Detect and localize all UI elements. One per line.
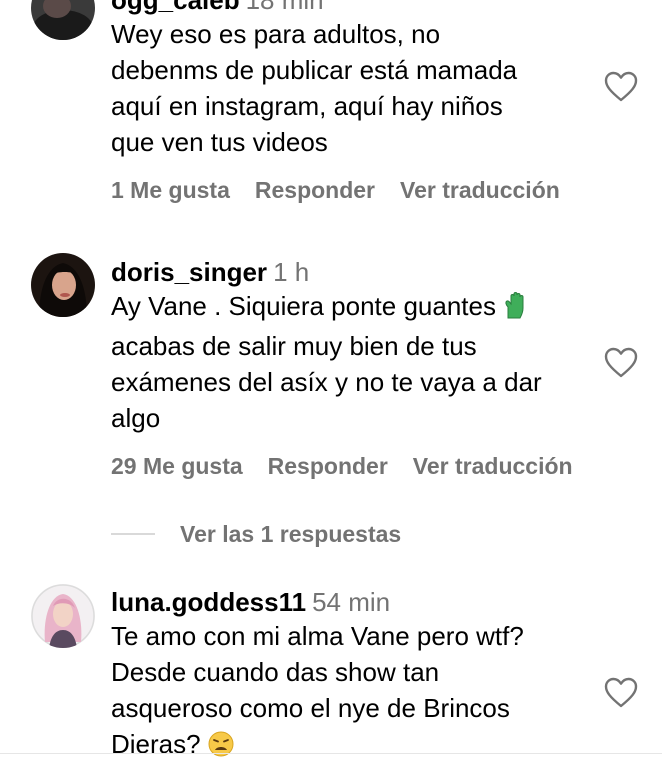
comment-doris-singer: doris_singer 1 h Ay Vane . Siquiera ponte… [111, 256, 591, 436]
comment-line-text: Dieras? [111, 729, 201, 759]
comment-time: 1 h [273, 257, 310, 287]
like-heart-icon[interactable] [604, 71, 638, 103]
comment-line: aquí en instagram, aquí hay niños [111, 91, 503, 121]
reply-button[interactable]: Responder [268, 453, 388, 480]
username[interactable]: luna.goddess11 [111, 587, 306, 617]
comment-line: asqueroso como el nye de Brincos [111, 693, 510, 723]
comment-actions: 1 Me gusta Responder Ver traducción [111, 177, 560, 204]
comment-line: que ven tus videos [111, 127, 328, 157]
comment-line-text: Ay Vane . Siquiera ponte guantes [111, 291, 496, 321]
username[interactable]: doris_singer [111, 257, 267, 287]
comment-actions: 29 Me gusta Responder Ver traducción [111, 453, 573, 480]
comment-line: Desde cuando das show tan [111, 657, 440, 687]
comment-line: acabas de salir muy bien de tus [111, 331, 477, 361]
view-replies-toggle[interactable]: Ver las 1 respuestas [111, 518, 401, 550]
translate-button[interactable]: Ver traducción [400, 177, 560, 204]
username[interactable]: ogg_caleb [111, 0, 240, 15]
avatar-doris-singer[interactable] [31, 253, 95, 317]
comment-time: 18 min [245, 0, 324, 15]
view-replies-label[interactable]: Ver las 1 respuestas [180, 521, 401, 548]
comment-line: Wey eso es para adultos, no [111, 19, 441, 49]
comment-luna-goddess11: luna.goddess11 54 min Te amo con mi alma … [111, 586, 591, 760]
comment-header: luna.goddess11 54 min [111, 586, 591, 618]
weary-face-emoji-icon [208, 730, 234, 760]
translate-button[interactable]: Ver traducción [413, 453, 573, 480]
comments-panel: ogg_caleb 18 min Wey eso es para adultos,… [0, 0, 662, 760]
avatar-luna-goddess11[interactable] [31, 584, 95, 648]
likes-count[interactable]: 29 Me gusta [111, 453, 243, 480]
comment-line: algo [111, 403, 161, 433]
replies-divider [111, 533, 155, 535]
comment-line: Te amo con mi alma Vane pero wtf? [111, 621, 524, 651]
like-heart-icon[interactable] [604, 347, 638, 379]
comment-header: ogg_caleb 18 min [111, 0, 591, 16]
avatar-ogg-caleb[interactable] [31, 0, 95, 40]
likes-count[interactable]: 1 Me gusta [111, 177, 230, 204]
bottom-divider [0, 753, 662, 754]
like-heart-icon[interactable] [604, 677, 638, 709]
gloves-emoji-icon [503, 291, 527, 328]
comment-time: 54 min [312, 587, 391, 617]
comment-line: Ay Vane . Siquiera ponte guantes [111, 288, 591, 328]
comment-line: debenms de publicar está mamada [111, 55, 518, 85]
comment-line: exámenes del asíx y no te vaya a dar [111, 367, 542, 397]
comment-line: Dieras? [111, 726, 591, 760]
comment-ogg-caleb: ogg_caleb 18 min Wey eso es para adultos,… [111, 0, 591, 160]
reply-button[interactable]: Responder [255, 177, 375, 204]
comment-header: doris_singer 1 h [111, 256, 591, 288]
